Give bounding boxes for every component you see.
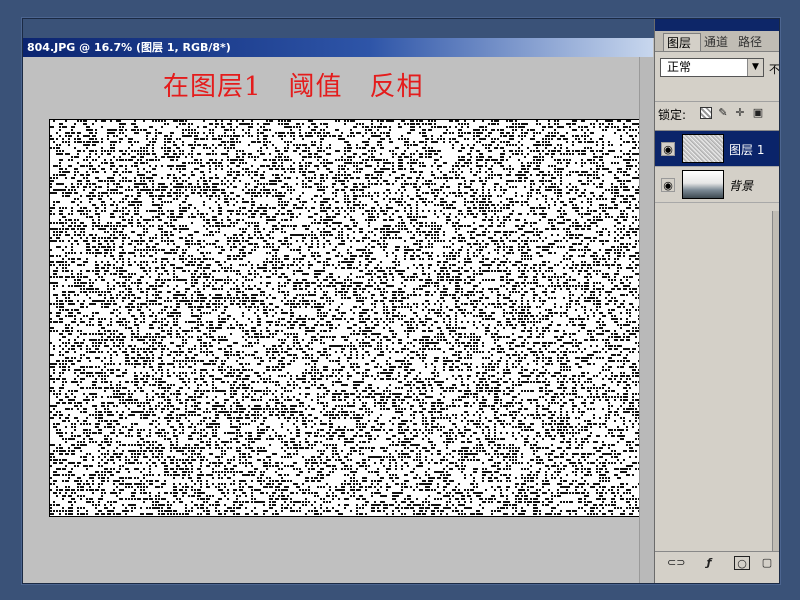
panel-scrollbar[interactable] <box>772 211 779 551</box>
eye-icon[interactable]: ◉ <box>661 142 675 156</box>
layer-row-background[interactable]: ◉ 背景 <box>655 167 779 203</box>
chevron-down-icon[interactable]: ▼ <box>747 59 763 76</box>
lock-icon[interactable]: ▣ <box>752 107 764 119</box>
image-canvas[interactable] <box>49 119 644 517</box>
blend-mode-row: 正常 ▼ 不 <box>655 52 780 80</box>
opacity-label: 不 <box>769 63 780 76</box>
document-title[interactable]: 804.JPG @ 16.7% (图层 1, RGB/8*) <box>23 38 653 57</box>
panel-tabs: 图层 通道 路径 <box>655 31 779 52</box>
layer-row-layer1[interactable]: ◉ 图层 1 <box>655 131 779 167</box>
layers-list: ◉ 图层 1 ◉ 背景 <box>655 130 779 211</box>
layers-panel: 图层 通道 路径 正常 ▼ 不 锁定: ✎ ✛ ▣ ◉ 图层 1 ◉ 背景 ⊂⊃… <box>654 19 780 583</box>
panel-header-strip <box>655 19 779 31</box>
move-icon[interactable]: ✛ <box>734 107 746 119</box>
tab-layers[interactable]: 图层 <box>663 33 701 51</box>
brush-icon[interactable]: ✎ <box>717 107 729 119</box>
blend-mode-select[interactable]: 正常 ▼ <box>660 58 764 77</box>
panel-bottom-toolbar: ⊂⊃ ƒ ○ ▢ <box>655 551 779 574</box>
tab-paths[interactable]: 路径 <box>735 33 775 51</box>
lock-transparency-icon[interactable] <box>700 107 712 119</box>
blend-mode-value: 正常 <box>667 60 692 74</box>
layer-thumbnail <box>682 170 724 199</box>
lock-row: 锁定: ✎ ✛ ▣ <box>655 101 779 126</box>
annotation-text: 在图层1 阈值 反相 <box>163 72 424 102</box>
noise-pixels <box>50 120 643 515</box>
eye-icon[interactable]: ◉ <box>661 178 675 192</box>
layer-thumbnail <box>682 134 724 163</box>
new-layer-icon[interactable]: ▢ <box>759 556 775 570</box>
layer-name: 背景 <box>729 179 754 193</box>
document-window: 804.JPG @ 16.7% (图层 1, RGB/8*) 在图层1 阈值 反… <box>23 38 654 583</box>
link-icon[interactable]: ⊂⊃ <box>667 556 685 570</box>
lock-label: 锁定: <box>658 108 687 122</box>
tab-channels[interactable]: 通道 <box>701 33 735 51</box>
layer-style-icon[interactable]: ƒ <box>701 556 717 570</box>
mask-icon[interactable]: ○ <box>734 556 750 570</box>
photoshop-window: 804.JPG @ 16.7% (图层 1, RGB/8*) 在图层1 阈值 反… <box>22 18 780 584</box>
noise-image <box>50 120 643 515</box>
document-scrollbar[interactable] <box>639 57 654 583</box>
layer-name: 图层 1 <box>729 143 765 157</box>
